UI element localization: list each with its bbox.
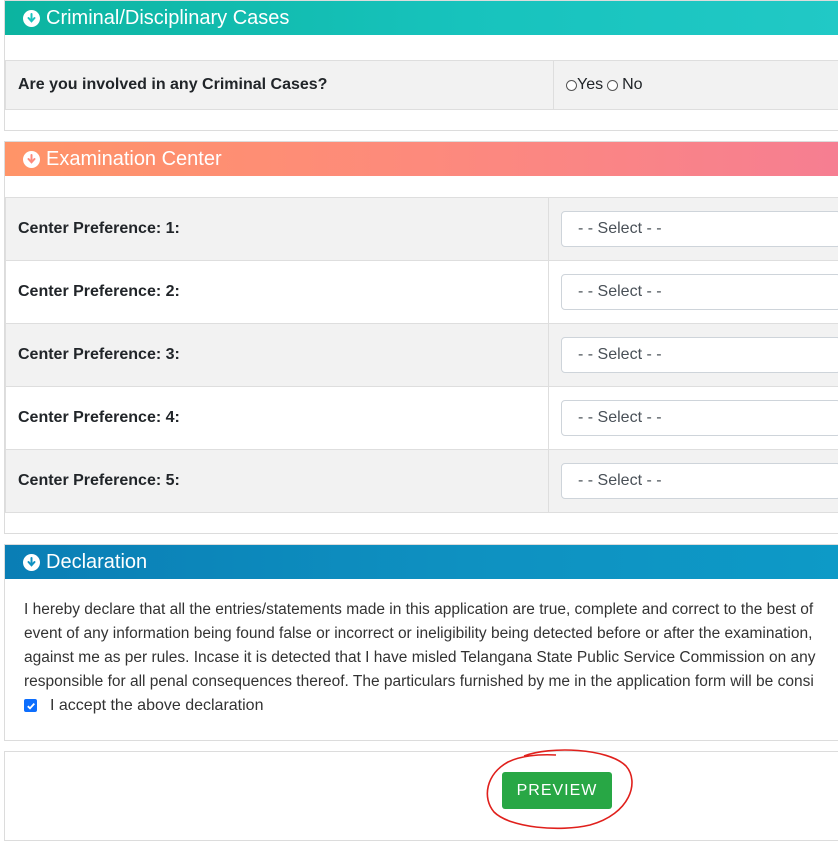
center-preference-row-4: Center Preference: 4: - - Select - - bbox=[5, 386, 838, 450]
center-preference-row-3: Center Preference: 3: - - Select - - bbox=[5, 323, 838, 387]
accept-declaration-label[interactable]: I accept the above declaration bbox=[50, 697, 263, 715]
radio-no-label[interactable]: No bbox=[622, 76, 642, 94]
criminal-answer-options: Yes No bbox=[554, 61, 838, 109]
checkmark-icon bbox=[26, 702, 35, 710]
center-preference-select-4[interactable]: - - Select - - bbox=[561, 400, 838, 436]
arrow-circle-down-icon bbox=[23, 150, 40, 168]
exam-center-title: Examination Center bbox=[46, 147, 222, 170]
center-preference-label: Center Preference: 1: bbox=[6, 198, 549, 260]
center-preference-select-5[interactable]: - - Select - - bbox=[561, 463, 838, 499]
criminal-cases-header[interactable]: Criminal/Disciplinary Cases bbox=[5, 1, 838, 35]
criminal-question-label: Are you involved in any Criminal Cases? bbox=[6, 61, 554, 109]
arrow-circle-down-icon bbox=[23, 9, 40, 27]
declaration-line: against me as per rules. Incase it is de… bbox=[24, 649, 816, 666]
declaration-line: event of any information being found fal… bbox=[24, 625, 813, 642]
center-preference-row-5: Center Preference: 5: - - Select - - bbox=[5, 449, 838, 513]
center-preference-row-1: Center Preference: 1: - - Select - - bbox=[5, 197, 838, 261]
declaration-line: I hereby declare that all the entries/st… bbox=[24, 601, 814, 618]
criminal-cases-title: Criminal/Disciplinary Cases bbox=[46, 6, 290, 29]
center-preference-label: Center Preference: 4: bbox=[6, 387, 549, 449]
center-preference-label: Center Preference: 2: bbox=[6, 261, 549, 323]
radio-no[interactable] bbox=[607, 79, 619, 91]
declaration-header[interactable]: Declaration bbox=[5, 545, 838, 579]
red-circle-annotation bbox=[486, 749, 633, 830]
declaration-title: Declaration bbox=[46, 550, 148, 573]
accept-declaration-checkbox[interactable] bbox=[24, 699, 37, 712]
center-preference-row-2: Center Preference: 2: - - Select - - bbox=[5, 260, 838, 324]
criminal-question-row: Are you involved in any Criminal Cases? … bbox=[5, 60, 838, 110]
actions-panel bbox=[4, 751, 838, 841]
center-preference-select-2[interactable]: - - Select - - bbox=[561, 274, 838, 310]
radio-yes[interactable] bbox=[566, 79, 577, 91]
exam-center-header[interactable]: Examination Center bbox=[5, 142, 838, 176]
declaration-text: I hereby declare that all the entries/st… bbox=[24, 598, 838, 694]
center-preference-label: Center Preference: 5: bbox=[6, 450, 549, 512]
radio-yes-label[interactable]: Yes bbox=[577, 76, 603, 94]
declaration-line: responsible for all penal consequences t… bbox=[24, 673, 814, 690]
arrow-circle-down-icon bbox=[23, 553, 40, 571]
center-preference-label: Center Preference: 3: bbox=[6, 324, 549, 386]
center-preference-select-3[interactable]: - - Select - - bbox=[561, 337, 838, 373]
center-preference-select-1[interactable]: - - Select - - bbox=[561, 211, 838, 247]
